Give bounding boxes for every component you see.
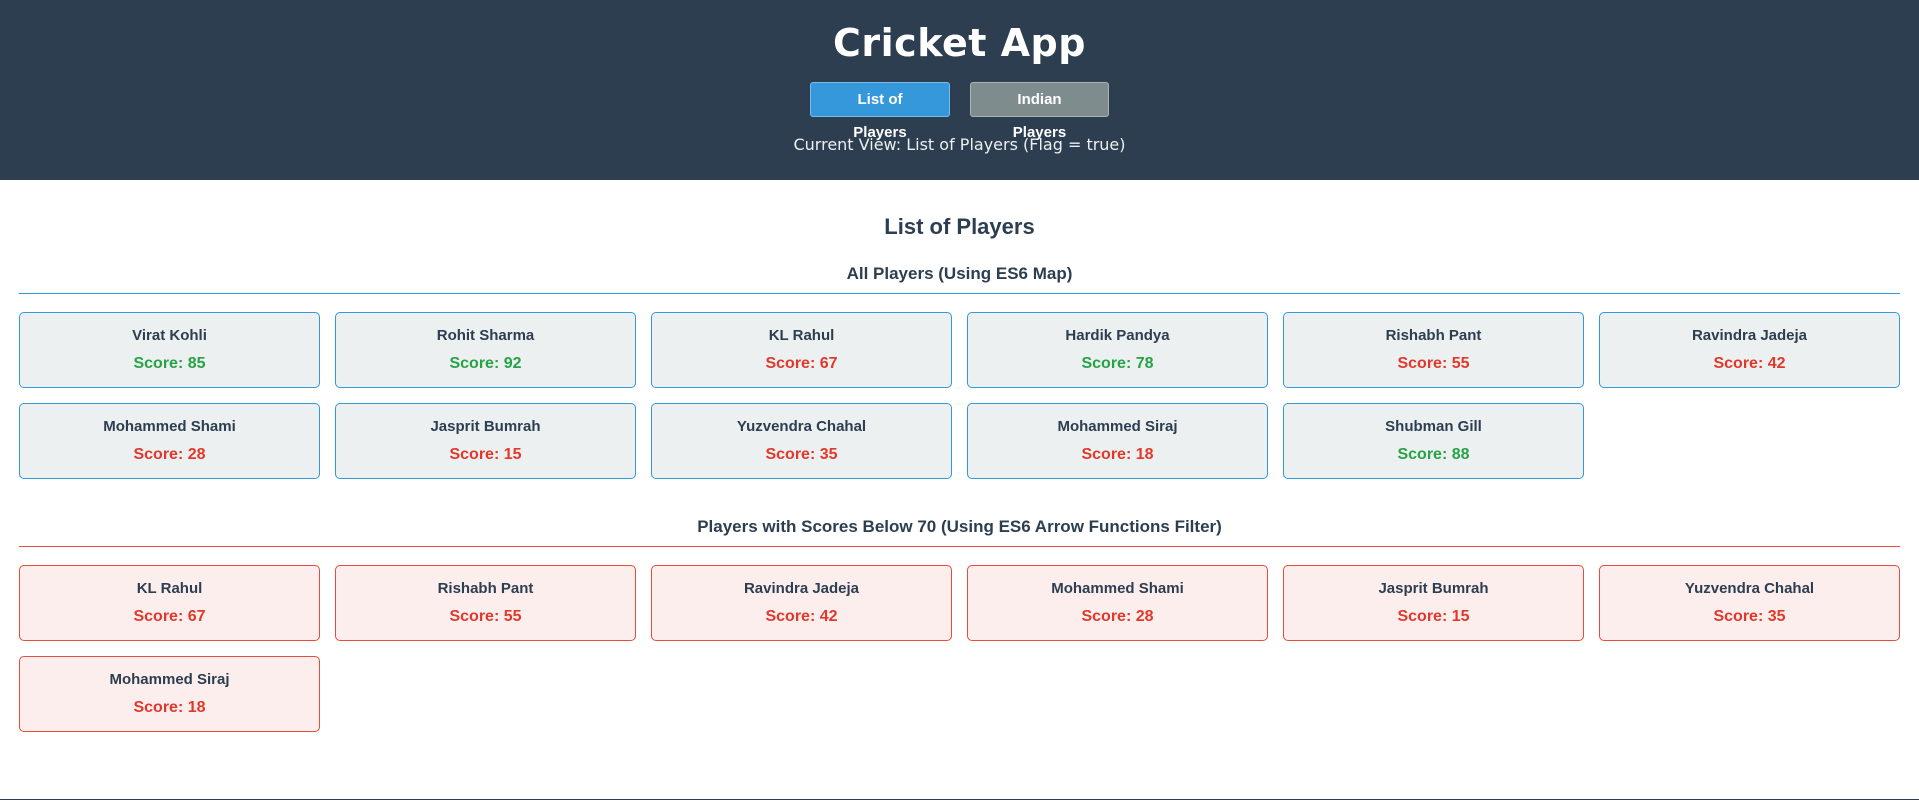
player-score: Score: 88 <box>1397 446 1470 463</box>
player-score: Score: 18 <box>133 699 206 716</box>
player-name: Mohammed Shami <box>1051 580 1184 597</box>
player-card: Mohammed Shami Score: 28 <box>967 565 1268 641</box>
all-players-heading: All Players (Using ES6 Map) <box>19 264 1900 294</box>
all-players-section: All Players (Using ES6 Map) Virat Kohli S… <box>19 264 1900 479</box>
player-card: Mohammed Siraj Score: 18 <box>967 403 1268 479</box>
player-score: Score: 28 <box>133 446 206 463</box>
player-name: Mohammed Shami <box>103 418 236 435</box>
player-name: Yuzvendra Chahal <box>1684 580 1815 597</box>
player-name: Jasprit Bumrah <box>1378 580 1489 597</box>
player-name: Rishabh Pant <box>1385 327 1482 344</box>
player-score: Score: 18 <box>1081 446 1154 463</box>
player-card: KL Rahul Score: 67 <box>19 565 320 641</box>
player-card: Ravindra Jadeja Score: 42 <box>651 565 952 641</box>
page-title: List of Players <box>884 214 1035 239</box>
app-header: Cricket App List of Players Indian Playe… <box>0 0 1919 180</box>
player-card: Rishabh Pant Score: 55 <box>1283 312 1584 388</box>
player-score: Score: 15 <box>1397 608 1470 625</box>
player-card: Rohit Sharma Score: 92 <box>335 312 636 388</box>
indian-players-button[interactable]: Indian Players <box>970 82 1109 141</box>
player-card: Yuzvendra Chahal Score: 35 <box>651 403 952 479</box>
player-score: Score: 92 <box>449 355 522 372</box>
player-score: Score: 28 <box>1081 608 1154 625</box>
player-card: Jasprit Bumrah Score: 15 <box>335 403 636 479</box>
below-70-heading: Players with Scores Below 70 (Using ES6 … <box>19 517 1900 547</box>
list-of-players-button[interactable]: List of Players <box>810 82 950 141</box>
player-name: Jasprit Bumrah <box>430 418 541 435</box>
player-name: KL Rahul <box>136 580 203 597</box>
player-card: Shubman Gill Score: 88 <box>1283 403 1584 479</box>
player-score: Score: 55 <box>1397 355 1470 372</box>
player-score: Score: 78 <box>1081 355 1154 372</box>
player-card: Mohammed Shami Score: 28 <box>19 403 320 479</box>
player-name: Yuzvendra Chahal <box>736 418 867 435</box>
player-card: Mohammed Siraj Score: 18 <box>19 656 320 732</box>
view-toggle-buttons: List of Players Indian Players <box>0 82 1919 141</box>
player-name: Ravindra Jadeja <box>1691 327 1808 344</box>
player-score: Score: 85 <box>133 355 206 372</box>
player-score: Score: 55 <box>449 608 522 625</box>
player-name: Rohit Sharma <box>436 327 535 344</box>
player-name: Shubman Gill <box>1385 418 1482 435</box>
player-card: Virat Kohli Score: 85 <box>19 312 320 388</box>
player-score: Score: 42 <box>765 608 838 625</box>
current-view-status: Current View: List of Players (Flag = tr… <box>793 135 1126 154</box>
player-score: Score: 67 <box>765 355 838 372</box>
player-score: Score: 15 <box>449 446 522 463</box>
player-name: Mohammed Siraj <box>1057 418 1178 435</box>
player-name: Rishabh Pant <box>437 580 534 597</box>
player-score: Score: 67 <box>133 608 206 625</box>
player-name: Hardik Pandya <box>1065 327 1170 344</box>
player-name: KL Rahul <box>768 327 835 344</box>
below-70-section: Players with Scores Below 70 (Using ES6 … <box>19 517 1900 732</box>
player-card: KL Rahul Score: 67 <box>651 312 952 388</box>
below-70-grid: KL Rahul Score: 67 Rishabh Pant Score: 55 Ra… <box>19 565 1900 732</box>
all-players-grid: Virat Kohli Score: 85 Rohit Sharma Score: 9… <box>19 312 1900 479</box>
main-content: List of Players All Players (Using ES6 M… <box>0 214 1919 732</box>
player-card: Yuzvendra Chahal Score: 35 <box>1599 565 1900 641</box>
player-card: Jasprit Bumrah Score: 15 <box>1283 565 1584 641</box>
app-title: Cricket App <box>833 21 1086 65</box>
player-card: Ravindra Jadeja Score: 42 <box>1599 312 1900 388</box>
player-name: Ravindra Jadeja <box>743 580 860 597</box>
player-card: Hardik Pandya Score: 78 <box>967 312 1268 388</box>
player-name: Virat Kohli <box>132 327 207 344</box>
player-card: Rishabh Pant Score: 55 <box>335 565 636 641</box>
player-score: Score: 35 <box>1713 608 1786 625</box>
player-name: Mohammed Siraj <box>109 671 230 688</box>
player-score: Score: 35 <box>765 446 838 463</box>
player-score: Score: 42 <box>1713 355 1786 372</box>
